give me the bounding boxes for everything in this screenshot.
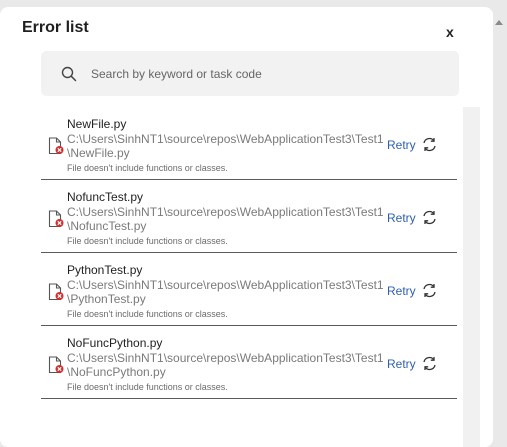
error-list-dialog: Error list x NewFile.py C:\Users\SinhNT1… [0, 7, 493, 447]
refresh-icon[interactable] [421, 282, 438, 299]
refresh-icon[interactable] [421, 355, 438, 372]
file-name: NofuncTest.py [67, 190, 144, 204]
file-name: PythonTest.py [67, 263, 143, 277]
refresh-icon[interactable] [421, 209, 438, 226]
retry-link[interactable]: Retry [387, 211, 416, 225]
retry-link[interactable]: Retry [387, 138, 416, 152]
search-icon [61, 66, 77, 82]
error-description: File doesn't include functions or classe… [67, 382, 228, 392]
search-box [41, 51, 459, 96]
file-name: NewFile.py [67, 117, 127, 131]
file-name: NoFuncPython.py [67, 336, 163, 350]
list-item: NewFile.py C:\Users\SinhNT1\source\repos… [41, 107, 457, 180]
list-item: NoFuncPython.py C:\Users\SinhNT1\source\… [41, 326, 457, 399]
retry-link[interactable]: Retry [387, 357, 416, 371]
file-error-icon [48, 210, 64, 228]
file-path: C:\Users\SinhNT1\source\repos\WebApplica… [67, 132, 384, 160]
file-error-icon [48, 356, 64, 374]
refresh-icon[interactable] [421, 136, 438, 153]
file-error-icon [48, 137, 64, 155]
close-button[interactable]: x [446, 24, 454, 40]
search-input[interactable] [89, 61, 443, 87]
file-path: C:\Users\SinhNT1\source\repos\WebApplica… [67, 351, 384, 379]
file-error-icon [48, 283, 64, 301]
list-item: NofuncTest.py C:\Users\SinhNT1\source\re… [41, 180, 457, 253]
error-description: File doesn't include functions or classe… [67, 309, 228, 319]
file-path: C:\Users\SinhNT1\source\repos\WebApplica… [67, 205, 384, 233]
retry-link[interactable]: Retry [387, 284, 416, 298]
error-list: NewFile.py C:\Users\SinhNT1\source\repos… [41, 107, 480, 447]
list-scrollbar[interactable] [463, 107, 480, 447]
list-item: PythonTest.py C:\Users\SinhNT1\source\re… [41, 253, 457, 326]
dialog-title: Error list [22, 19, 89, 36]
file-path: C:\Users\SinhNT1\source\repos\WebApplica… [67, 278, 384, 306]
error-description: File doesn't include functions or classe… [67, 163, 228, 173]
error-description: File doesn't include functions or classe… [67, 236, 228, 246]
scroll-up-arrow-icon[interactable] [495, 20, 503, 25]
